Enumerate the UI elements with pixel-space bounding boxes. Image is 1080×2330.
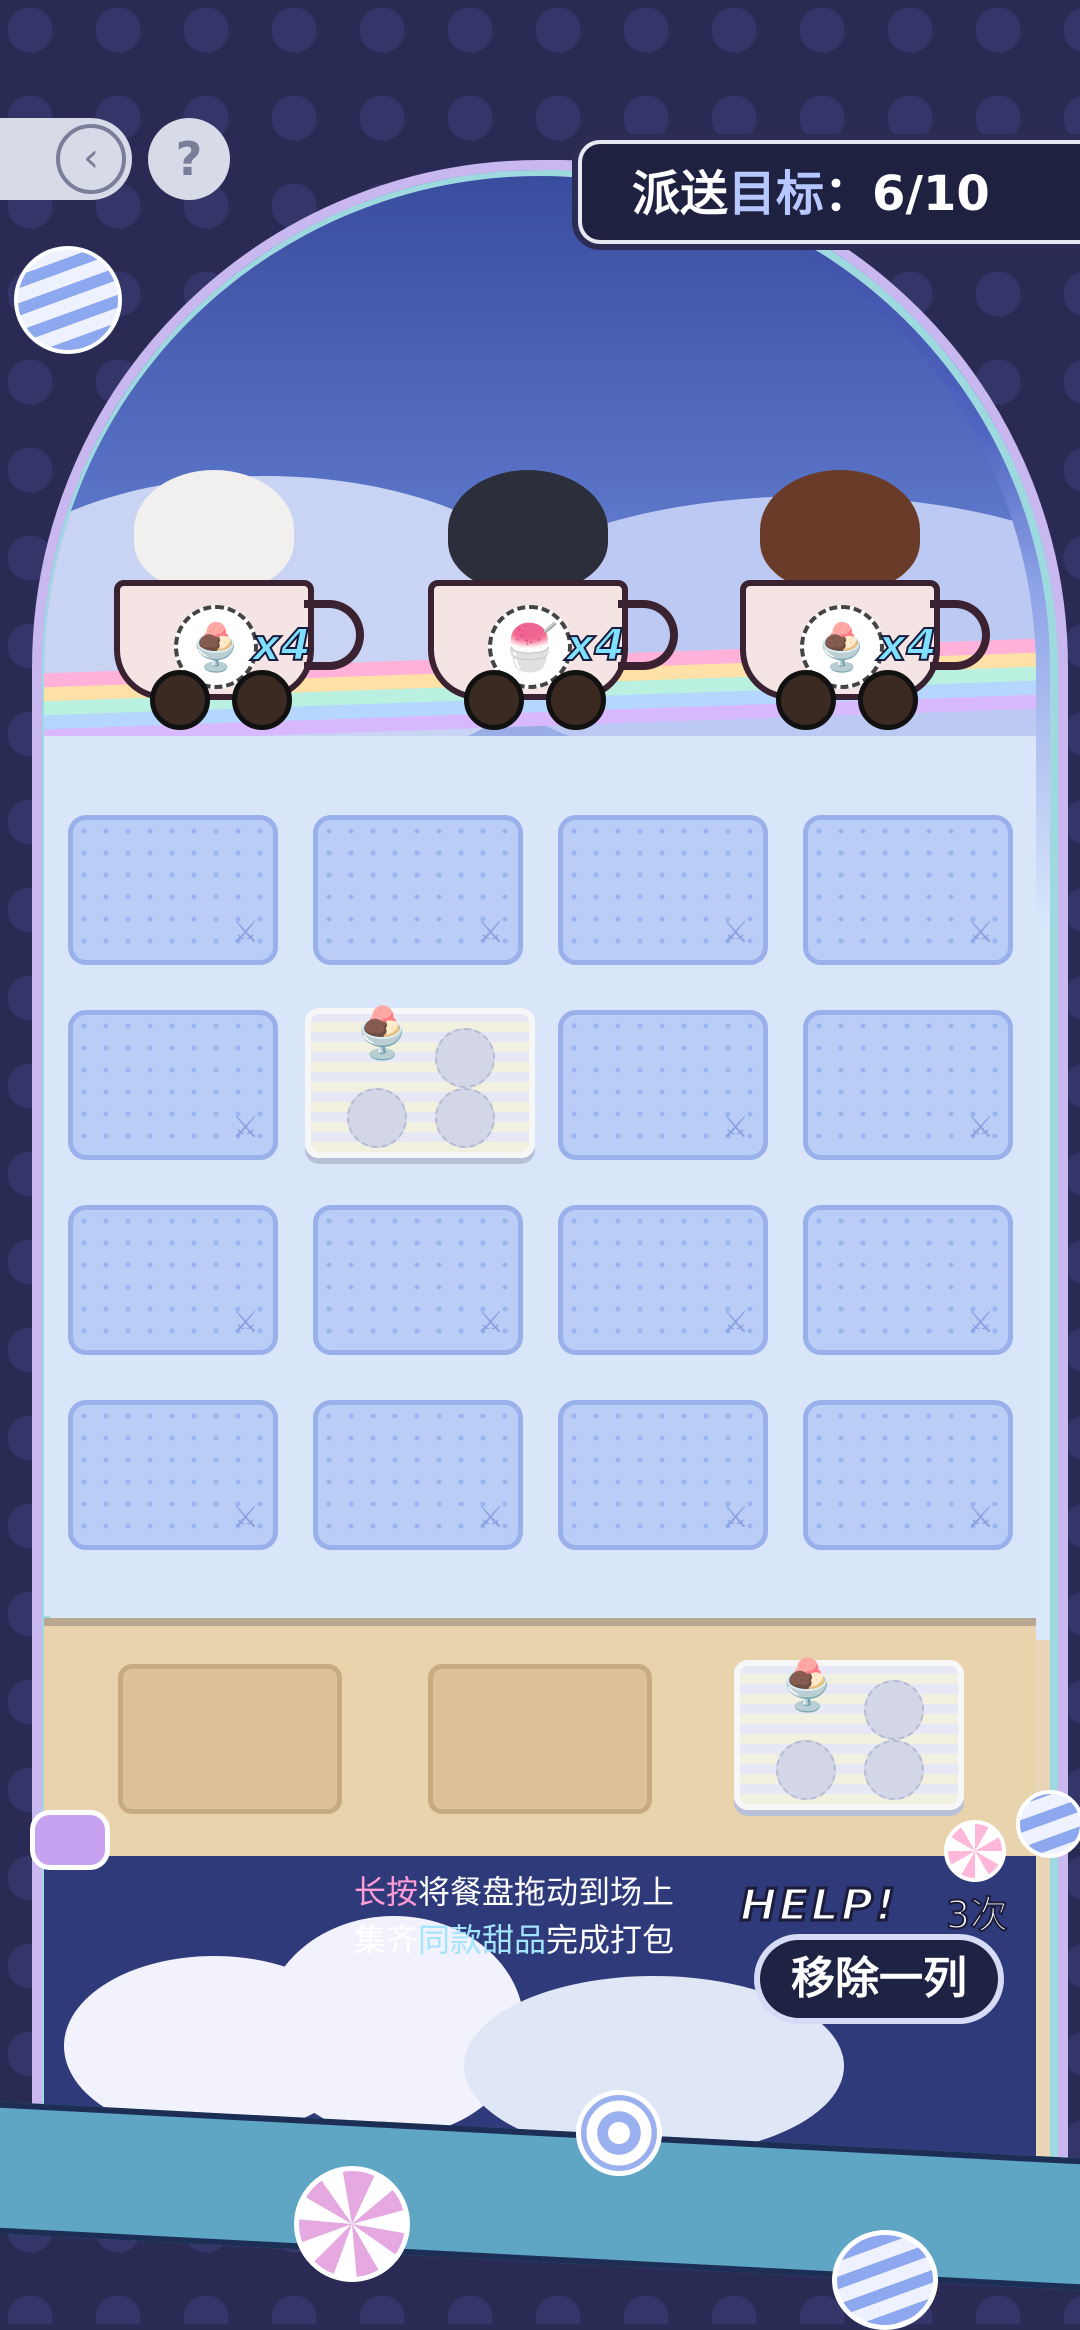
board-cell-1-4[interactable]: ⚔ [803, 815, 1013, 965]
board-cell-4-3[interactable]: ⚔ [558, 1400, 768, 1550]
board-cell-2-2-tray[interactable]: 🍨 [305, 1004, 535, 1158]
goal-separator: ： [824, 166, 873, 222]
fork-knife-icon: ⚔ [722, 1305, 749, 1340]
dessert-count: x4 [565, 619, 626, 672]
dessert-count: x4 [251, 619, 312, 672]
board-cell-4-4[interactable]: ⚔ [803, 1400, 1013, 1550]
fork-knife-icon: ⚔ [722, 1110, 749, 1145]
fork-knife-icon: ⚔ [232, 1110, 259, 1145]
empty-dessert-slot [435, 1088, 495, 1148]
back-arrow-icon: ‹ [56, 124, 126, 194]
fork-knife-icon: ⚔ [232, 1305, 259, 1340]
character-avatar [760, 470, 920, 590]
cart-1: 🍨 x4 [114, 470, 364, 730]
striped-ball-decoration [14, 246, 122, 354]
fork-knife-icon: ⚔ [477, 915, 504, 950]
instruction-rest: 将餐盘拖动到场上 [418, 1873, 675, 1911]
help-button[interactable]: ? [148, 118, 230, 200]
fork-knife-icon: ⚔ [722, 915, 749, 950]
powerup-title: HELP! [738, 1879, 898, 1933]
instruction-line-1: 长按将餐盘拖动到场上 [354, 1868, 674, 1916]
wheel [776, 670, 836, 730]
empty-dessert-slot [347, 1088, 407, 1148]
fork-knife-icon: ⚔ [967, 1305, 994, 1340]
wheel [232, 670, 292, 730]
fork-knife-icon: ⚔ [477, 1500, 504, 1535]
cart-2: 🍧 x4 [428, 470, 678, 730]
cup-handle [930, 600, 990, 670]
instruction-line-2: 集齐同款甜品完成打包 [354, 1916, 674, 1964]
candy-decoration [944, 1820, 1006, 1882]
sundae-icon: 🍨 [776, 1656, 839, 1714]
character-avatar [134, 470, 294, 590]
fork-knife-icon: ⚔ [477, 1305, 504, 1340]
swirl-candy-decoration [294, 2166, 410, 2282]
board-cell-1-3[interactable]: ⚔ [558, 815, 768, 965]
remove-column-button[interactable]: 移除一列 [754, 1934, 1004, 2024]
instruction-rest: 完成打包 [546, 1921, 675, 1959]
wheel [546, 670, 606, 730]
cup-handle [618, 600, 678, 670]
board-cell-3-2[interactable]: ⚔ [313, 1205, 523, 1355]
instruction-text: 长按将餐盘拖动到场上 集齐同款甜品完成打包 [354, 1868, 674, 1964]
fork-knife-icon: ⚔ [967, 1110, 994, 1145]
board-cell-2-3[interactable]: ⚔ [558, 1010, 768, 1160]
striped-ball-decoration [1016, 1790, 1080, 1858]
back-button[interactable]: ‹ [0, 118, 132, 200]
fork-knife-icon: ⚔ [967, 915, 994, 950]
instruction-highlight: 长按 [354, 1873, 419, 1911]
delivery-goal-banner: 派送目标：6/10 [578, 140, 1080, 244]
bow-decoration [30, 1810, 110, 1870]
board-cell-2-4[interactable]: ⚔ [803, 1010, 1013, 1160]
empty-dessert-slot [776, 1740, 836, 1800]
board-cell-2-1[interactable]: ⚔ [68, 1010, 278, 1160]
fork-knife-icon: ⚔ [232, 915, 259, 950]
empty-dessert-slot [864, 1740, 924, 1800]
delivery-goal-text: 派送目标：6/10 [632, 154, 990, 224]
goal-label: 派送 [632, 166, 729, 222]
board-cell-1-1[interactable]: ⚔ [68, 815, 278, 965]
character-avatar [448, 470, 608, 590]
fork-knife-icon: ⚔ [967, 1500, 994, 1535]
striped-ball-decoration [832, 2230, 938, 2330]
dessert-count: x4 [877, 619, 938, 672]
spare-tray-slot-1[interactable] [118, 1664, 342, 1814]
cart-3: 🍨 x4 [740, 470, 990, 730]
cup-handle [304, 600, 364, 670]
board-cell-4-1[interactable]: ⚔ [68, 1400, 278, 1550]
fork-knife-icon: ⚔ [722, 1500, 749, 1535]
powerup-uses-count: 3次 [945, 1892, 1009, 1938]
next-tray[interactable]: 🍨 [734, 1656, 964, 1810]
sundae-icon: 🍨 [351, 1004, 414, 1062]
wheel [858, 670, 918, 730]
remove-column-powerup[interactable]: HELP! 3次 移除一列 [738, 1879, 1020, 2030]
goal-label-highlight: 目标 [728, 166, 825, 222]
board-cell-4-2[interactable]: ⚔ [313, 1400, 523, 1550]
wheel [150, 670, 210, 730]
lollipop-decoration [576, 2090, 662, 2176]
board-cell-3-1[interactable]: ⚔ [68, 1205, 278, 1355]
goal-value: 6/10 [872, 166, 990, 222]
empty-dessert-slot [435, 1028, 495, 1088]
fork-knife-icon: ⚔ [232, 1500, 259, 1535]
instruction-prefix: 集齐 [354, 1921, 419, 1959]
instruction-highlight: 同款甜品 [418, 1921, 547, 1959]
empty-dessert-slot [864, 1680, 924, 1740]
wheel [464, 670, 524, 730]
board-cell-3-4[interactable]: ⚔ [803, 1205, 1013, 1355]
board-cell-3-3[interactable]: ⚔ [558, 1205, 768, 1355]
spare-tray-slot-2[interactable] [428, 1664, 652, 1814]
board-cell-1-2[interactable]: ⚔ [313, 815, 523, 965]
